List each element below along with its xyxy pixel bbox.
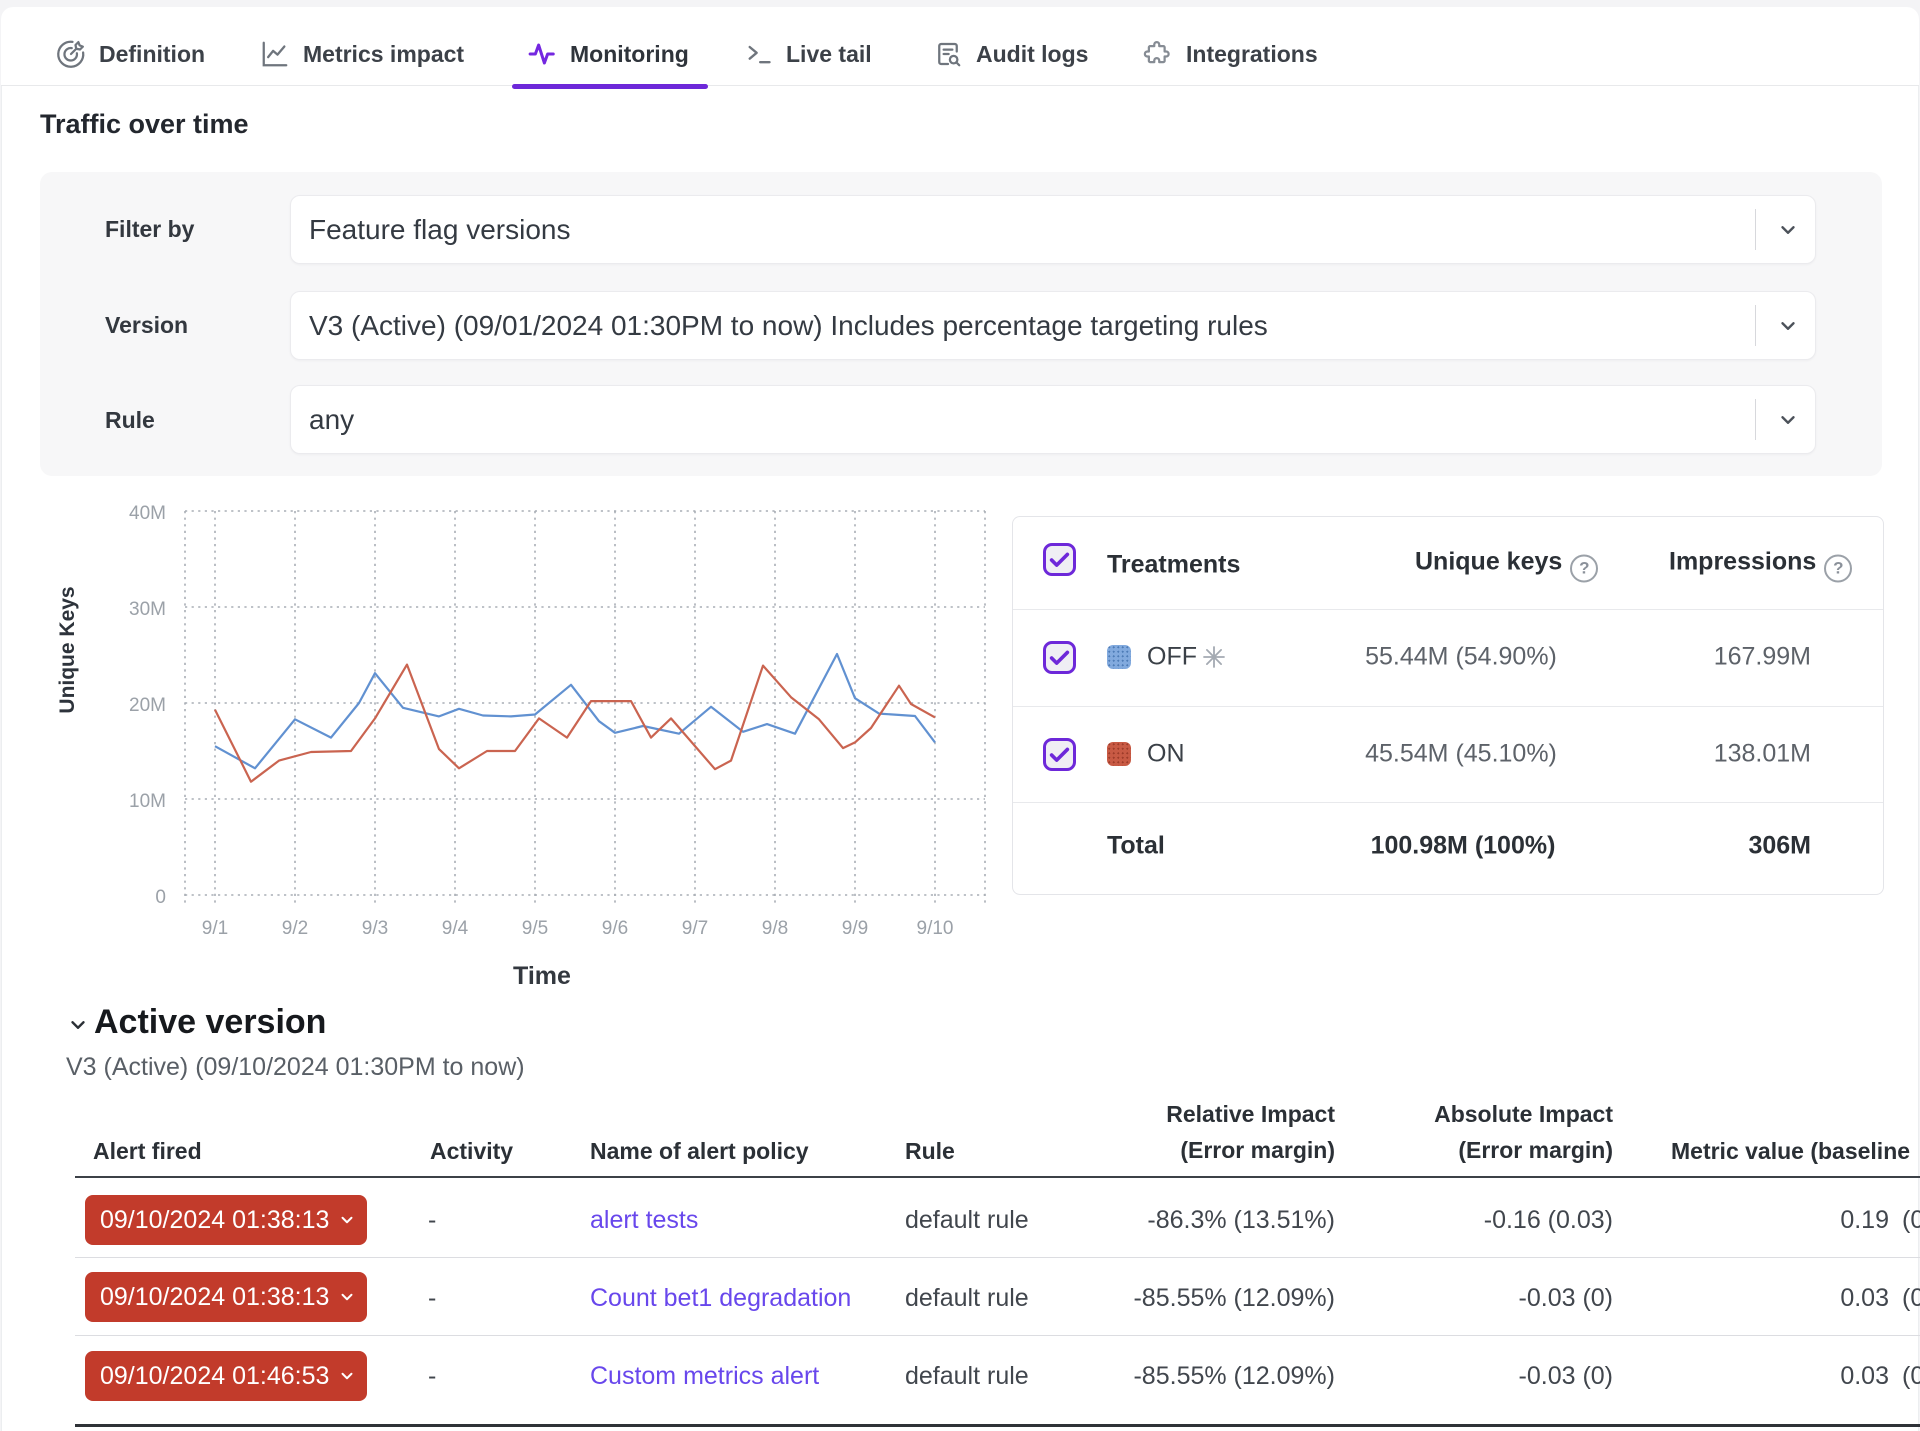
svg-text:0: 0 bbox=[155, 887, 166, 908]
svg-text:9/2: 9/2 bbox=[282, 918, 308, 939]
svg-text:9/5: 9/5 bbox=[522, 918, 548, 939]
svg-text:Unique Keys: Unique Keys bbox=[56, 586, 79, 713]
svg-text:9/9: 9/9 bbox=[842, 918, 868, 939]
svg-text:9/7: 9/7 bbox=[682, 918, 708, 939]
svg-text:20M: 20M bbox=[129, 695, 166, 716]
svg-text:Time: Time bbox=[513, 962, 571, 990]
svg-text:9/4: 9/4 bbox=[442, 918, 469, 939]
svg-text:9/6: 9/6 bbox=[602, 918, 628, 939]
svg-text:40M: 40M bbox=[129, 503, 166, 524]
svg-text:9/10: 9/10 bbox=[917, 918, 954, 939]
svg-text:9/1: 9/1 bbox=[202, 918, 228, 939]
svg-text:30M: 30M bbox=[129, 599, 166, 620]
svg-text:9/3: 9/3 bbox=[362, 918, 388, 939]
svg-text:9/8: 9/8 bbox=[762, 918, 788, 939]
svg-text:10M: 10M bbox=[129, 791, 166, 812]
